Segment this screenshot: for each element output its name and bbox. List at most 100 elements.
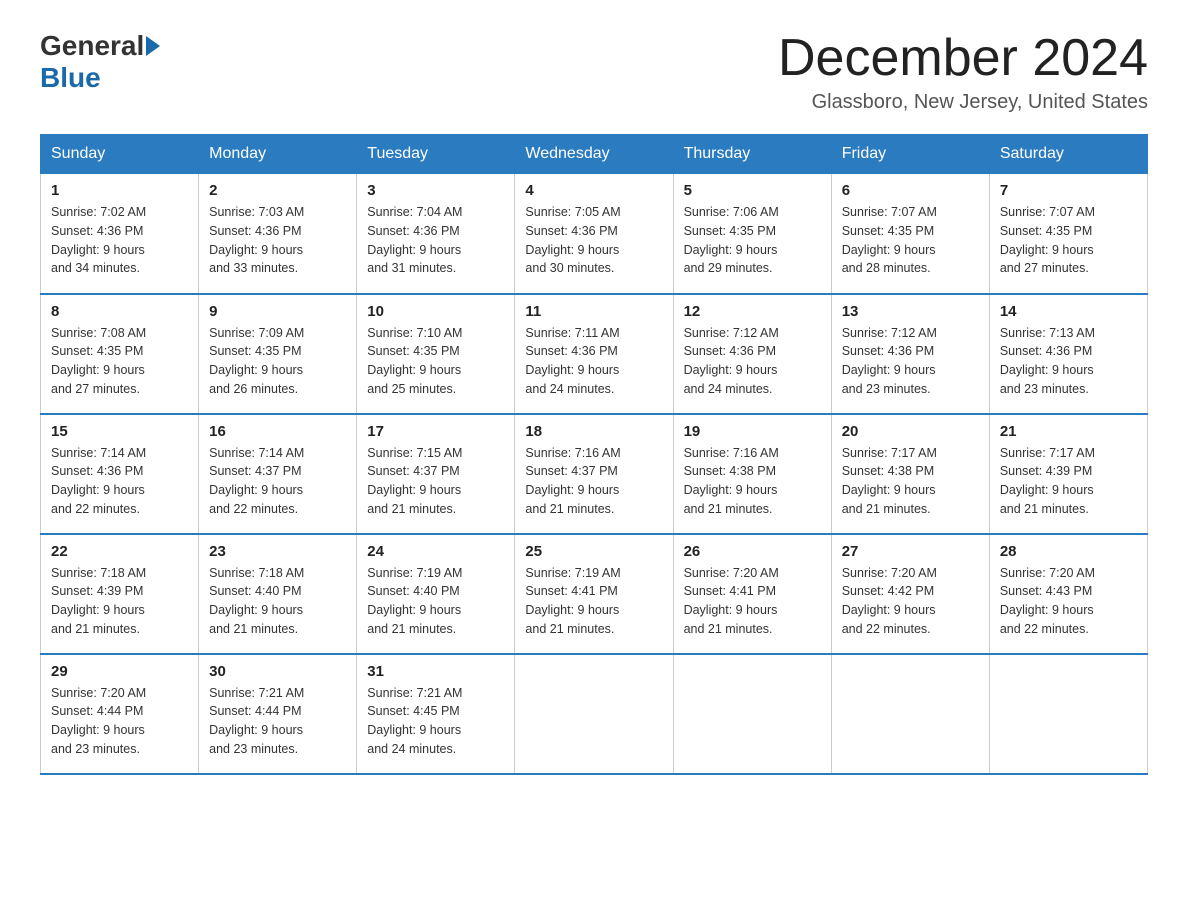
day-info: Sunrise: 7:02 AMSunset: 4:36 PMDaylight:… xyxy=(51,205,146,275)
calendar-cell: 8 Sunrise: 7:08 AMSunset: 4:35 PMDayligh… xyxy=(41,294,199,414)
location: Glassboro, New Jersey, United States xyxy=(778,91,1148,114)
day-info: Sunrise: 7:20 AMSunset: 4:43 PMDaylight:… xyxy=(1000,566,1095,636)
calendar-cell: 11 Sunrise: 7:11 AMSunset: 4:36 PMDaylig… xyxy=(515,294,673,414)
calendar-cell: 2 Sunrise: 7:03 AMSunset: 4:36 PMDayligh… xyxy=(199,174,357,294)
calendar-cell: 4 Sunrise: 7:05 AMSunset: 4:36 PMDayligh… xyxy=(515,174,673,294)
calendar-cell xyxy=(673,654,831,774)
day-number: 24 xyxy=(367,543,504,560)
day-info: Sunrise: 7:20 AMSunset: 4:44 PMDaylight:… xyxy=(51,686,146,756)
calendar-cell: 28 Sunrise: 7:20 AMSunset: 4:43 PMDaylig… xyxy=(989,534,1147,654)
day-number: 3 xyxy=(367,182,504,199)
calendar-header-friday: Friday xyxy=(831,135,989,174)
calendar-cell: 22 Sunrise: 7:18 AMSunset: 4:39 PMDaylig… xyxy=(41,534,199,654)
day-info: Sunrise: 7:14 AMSunset: 4:37 PMDaylight:… xyxy=(209,446,304,516)
day-info: Sunrise: 7:13 AMSunset: 4:36 PMDaylight:… xyxy=(1000,326,1095,396)
logo-general-text: General xyxy=(40,30,144,62)
day-info: Sunrise: 7:12 AMSunset: 4:36 PMDaylight:… xyxy=(684,326,779,396)
calendar-cell: 23 Sunrise: 7:18 AMSunset: 4:40 PMDaylig… xyxy=(199,534,357,654)
calendar-cell: 19 Sunrise: 7:16 AMSunset: 4:38 PMDaylig… xyxy=(673,414,831,534)
logo-arrow-icon xyxy=(146,36,160,56)
day-info: Sunrise: 7:12 AMSunset: 4:36 PMDaylight:… xyxy=(842,326,937,396)
day-info: Sunrise: 7:18 AMSunset: 4:39 PMDaylight:… xyxy=(51,566,146,636)
calendar-cell: 10 Sunrise: 7:10 AMSunset: 4:35 PMDaylig… xyxy=(357,294,515,414)
day-info: Sunrise: 7:21 AMSunset: 4:45 PMDaylight:… xyxy=(367,686,462,756)
calendar-week-row: 8 Sunrise: 7:08 AMSunset: 4:35 PMDayligh… xyxy=(41,294,1148,414)
day-number: 4 xyxy=(525,182,662,199)
day-info: Sunrise: 7:11 AMSunset: 4:36 PMDaylight:… xyxy=(525,326,619,396)
day-number: 26 xyxy=(684,543,821,560)
day-number: 29 xyxy=(51,663,188,680)
day-info: Sunrise: 7:08 AMSunset: 4:35 PMDaylight:… xyxy=(51,326,146,396)
calendar-header-monday: Monday xyxy=(199,135,357,174)
day-number: 7 xyxy=(1000,182,1137,199)
logo-blue-text: Blue xyxy=(40,62,101,94)
calendar-header-thursday: Thursday xyxy=(673,135,831,174)
day-info: Sunrise: 7:20 AMSunset: 4:41 PMDaylight:… xyxy=(684,566,779,636)
day-info: Sunrise: 7:06 AMSunset: 4:35 PMDaylight:… xyxy=(684,205,779,275)
calendar-cell: 1 Sunrise: 7:02 AMSunset: 4:36 PMDayligh… xyxy=(41,174,199,294)
logo: General Blue xyxy=(40,30,162,94)
calendar-header-sunday: Sunday xyxy=(41,135,199,174)
calendar-header-row: SundayMondayTuesdayWednesdayThursdayFrid… xyxy=(41,135,1148,174)
calendar-cell: 27 Sunrise: 7:20 AMSunset: 4:42 PMDaylig… xyxy=(831,534,989,654)
day-info: Sunrise: 7:18 AMSunset: 4:40 PMDaylight:… xyxy=(209,566,304,636)
day-number: 11 xyxy=(525,303,662,320)
day-number: 15 xyxy=(51,423,188,440)
calendar-table: SundayMondayTuesdayWednesdayThursdayFrid… xyxy=(40,134,1148,775)
calendar-header-wednesday: Wednesday xyxy=(515,135,673,174)
day-number: 18 xyxy=(525,423,662,440)
day-number: 30 xyxy=(209,663,346,680)
day-number: 9 xyxy=(209,303,346,320)
calendar-cell: 3 Sunrise: 7:04 AMSunset: 4:36 PMDayligh… xyxy=(357,174,515,294)
calendar-cell: 5 Sunrise: 7:06 AMSunset: 4:35 PMDayligh… xyxy=(673,174,831,294)
day-number: 23 xyxy=(209,543,346,560)
calendar-cell: 30 Sunrise: 7:21 AMSunset: 4:44 PMDaylig… xyxy=(199,654,357,774)
day-number: 12 xyxy=(684,303,821,320)
calendar-cell: 31 Sunrise: 7:21 AMSunset: 4:45 PMDaylig… xyxy=(357,654,515,774)
calendar-cell: 24 Sunrise: 7:19 AMSunset: 4:40 PMDaylig… xyxy=(357,534,515,654)
day-number: 21 xyxy=(1000,423,1137,440)
calendar-cell: 25 Sunrise: 7:19 AMSunset: 4:41 PMDaylig… xyxy=(515,534,673,654)
day-number: 22 xyxy=(51,543,188,560)
day-number: 16 xyxy=(209,423,346,440)
day-number: 25 xyxy=(525,543,662,560)
day-info: Sunrise: 7:10 AMSunset: 4:35 PMDaylight:… xyxy=(367,326,462,396)
calendar-cell: 15 Sunrise: 7:14 AMSunset: 4:36 PMDaylig… xyxy=(41,414,199,534)
calendar-week-row: 15 Sunrise: 7:14 AMSunset: 4:36 PMDaylig… xyxy=(41,414,1148,534)
calendar-cell: 29 Sunrise: 7:20 AMSunset: 4:44 PMDaylig… xyxy=(41,654,199,774)
day-info: Sunrise: 7:05 AMSunset: 4:36 PMDaylight:… xyxy=(525,205,620,275)
day-info: Sunrise: 7:14 AMSunset: 4:36 PMDaylight:… xyxy=(51,446,146,516)
day-number: 19 xyxy=(684,423,821,440)
calendar-week-row: 29 Sunrise: 7:20 AMSunset: 4:44 PMDaylig… xyxy=(41,654,1148,774)
calendar-cell: 20 Sunrise: 7:17 AMSunset: 4:38 PMDaylig… xyxy=(831,414,989,534)
day-number: 2 xyxy=(209,182,346,199)
calendar-cell: 17 Sunrise: 7:15 AMSunset: 4:37 PMDaylig… xyxy=(357,414,515,534)
day-info: Sunrise: 7:07 AMSunset: 4:35 PMDaylight:… xyxy=(1000,205,1095,275)
calendar-cell: 26 Sunrise: 7:20 AMSunset: 4:41 PMDaylig… xyxy=(673,534,831,654)
day-info: Sunrise: 7:16 AMSunset: 4:38 PMDaylight:… xyxy=(684,446,779,516)
day-number: 5 xyxy=(684,182,821,199)
calendar-cell: 9 Sunrise: 7:09 AMSunset: 4:35 PMDayligh… xyxy=(199,294,357,414)
calendar-week-row: 1 Sunrise: 7:02 AMSunset: 4:36 PMDayligh… xyxy=(41,174,1148,294)
day-info: Sunrise: 7:19 AMSunset: 4:40 PMDaylight:… xyxy=(367,566,462,636)
calendar-week-row: 22 Sunrise: 7:18 AMSunset: 4:39 PMDaylig… xyxy=(41,534,1148,654)
header-right: December 2024 Glassboro, New Jersey, Uni… xyxy=(778,30,1148,114)
day-info: Sunrise: 7:21 AMSunset: 4:44 PMDaylight:… xyxy=(209,686,304,756)
calendar-header-tuesday: Tuesday xyxy=(357,135,515,174)
calendar-cell: 14 Sunrise: 7:13 AMSunset: 4:36 PMDaylig… xyxy=(989,294,1147,414)
day-info: Sunrise: 7:16 AMSunset: 4:37 PMDaylight:… xyxy=(525,446,620,516)
day-info: Sunrise: 7:20 AMSunset: 4:42 PMDaylight:… xyxy=(842,566,937,636)
day-number: 1 xyxy=(51,182,188,199)
day-number: 27 xyxy=(842,543,979,560)
calendar-cell: 21 Sunrise: 7:17 AMSunset: 4:39 PMDaylig… xyxy=(989,414,1147,534)
day-info: Sunrise: 7:03 AMSunset: 4:36 PMDaylight:… xyxy=(209,205,304,275)
page-header: General Blue December 2024 Glassboro, Ne… xyxy=(40,30,1148,114)
day-number: 6 xyxy=(842,182,979,199)
calendar-cell: 18 Sunrise: 7:16 AMSunset: 4:37 PMDaylig… xyxy=(515,414,673,534)
day-info: Sunrise: 7:17 AMSunset: 4:38 PMDaylight:… xyxy=(842,446,937,516)
day-info: Sunrise: 7:19 AMSunset: 4:41 PMDaylight:… xyxy=(525,566,620,636)
calendar-cell: 16 Sunrise: 7:14 AMSunset: 4:37 PMDaylig… xyxy=(199,414,357,534)
day-number: 8 xyxy=(51,303,188,320)
calendar-cell: 6 Sunrise: 7:07 AMSunset: 4:35 PMDayligh… xyxy=(831,174,989,294)
calendar-cell xyxy=(989,654,1147,774)
